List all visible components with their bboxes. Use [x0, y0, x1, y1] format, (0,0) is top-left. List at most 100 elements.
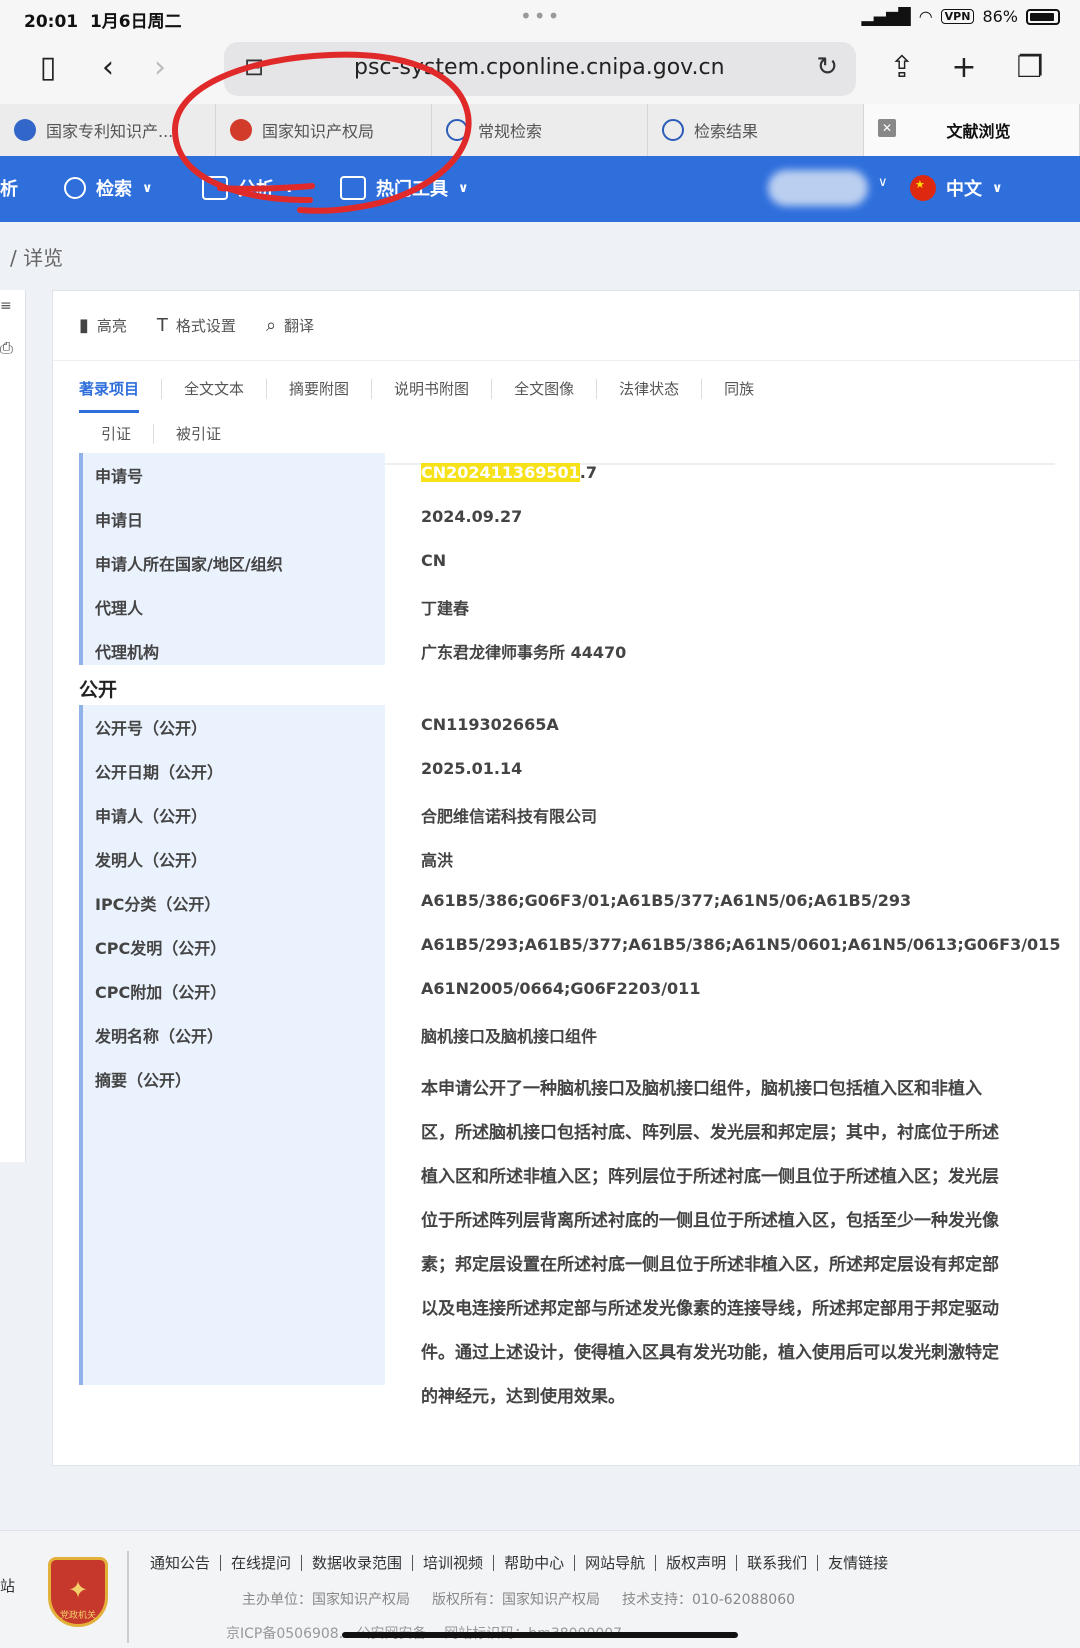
publication-section-title: 公开	[79, 679, 118, 701]
action-label: 格式设置	[175, 317, 236, 335]
document-tabs: 著录项目 全文文本 摘要附图 说明书附图 全文图像 法律状态 同族	[79, 379, 776, 413]
address-bar[interactable]: ⊟ psc-system.cponline.cnipa.gov.cn ↻	[224, 42, 856, 96]
back-icon[interactable]: ‹	[88, 50, 128, 85]
user-account-blurred[interactable]	[768, 170, 868, 206]
tab-cnipa[interactable]: 国家知识产权局	[216, 104, 432, 156]
footer-link-site-nav[interactable]: 网站导航	[575, 1555, 657, 1571]
tab-legal-status[interactable]: 法律状态	[597, 379, 703, 399]
field-value: A61B5/386;G06F3/01;A61B5/377;A61N5/06;A6…	[421, 891, 912, 910]
field-label: 申请人所在国家/地区/组织	[95, 555, 283, 574]
tab-label: 检索结果	[694, 122, 759, 141]
paw-icon	[14, 119, 36, 141]
highlighter-icon: ▮	[79, 315, 89, 336]
action-label: 高亮	[96, 317, 127, 335]
field-label: 申请人（公开）	[95, 807, 208, 826]
footer-cut-text: 站	[0, 1577, 16, 1595]
field-value: 合肥维信诺科技有限公司	[421, 807, 598, 826]
search-highlight: CN202411369501	[421, 463, 580, 482]
nav-label: 检索	[96, 179, 132, 200]
language-switch[interactable]: 中文 ∨	[910, 175, 1003, 201]
battery-icon	[1026, 8, 1060, 25]
nav-cut-item[interactable]: 析	[0, 175, 18, 201]
tab-label: 国家知识产权局	[262, 122, 375, 141]
footer-copyright: 版权所有：国家知识产权局	[432, 1592, 600, 1608]
field-value: 2025.01.14	[421, 759, 523, 778]
share-icon[interactable]: ⇪	[882, 50, 922, 85]
table-row: 申请号 CN202411369501.7	[79, 453, 1055, 497]
home-indicator[interactable]	[342, 1632, 738, 1638]
close-icon[interactable]: ✕	[878, 119, 896, 137]
reload-icon[interactable]: ↻	[816, 52, 838, 82]
document-panel: ▮ 高亮 T 格式设置 ⌕ 翻译 著录项目 全文文本 摘要附图 说明书附图 全文图像 …	[52, 290, 1080, 1466]
table-row: 代理机构 广东君龙律师事务所 44470	[79, 629, 1055, 673]
field-value: CN119302665A	[421, 715, 559, 734]
translate-button[interactable]: ⌕ 翻译	[266, 315, 314, 336]
gov-emblem-logo[interactable]: 党政机关 ✦	[48, 1557, 108, 1627]
tabs-overview-icon[interactable]: ❐	[1010, 50, 1050, 85]
tab-description-figures[interactable]: 说明书附图	[372, 379, 493, 399]
chevron-down-icon: ∨	[878, 175, 888, 190]
tab-family[interactable]: 同族	[702, 379, 776, 399]
sidebar-icon[interactable]: ▯	[28, 50, 68, 85]
breadcrumb: / 详览	[10, 246, 64, 270]
table-row: 申请日 2024.09.27	[79, 497, 1055, 541]
tab-full-text[interactable]: 全文文本	[162, 379, 268, 399]
nav-search[interactable]: 检索 ∨	[64, 175, 153, 201]
format-settings-button[interactable]: T 格式设置	[157, 315, 236, 336]
field-value: CN	[421, 551, 447, 570]
field-label: 申请日	[95, 511, 144, 530]
status-time: 20:01 1月6日周二	[24, 12, 182, 32]
footer-link-help[interactable]: 帮助中心	[494, 1555, 576, 1571]
browser-tab-bar: 国家专利知识产... 国家知识产权局 常规检索 检索结果 ✕ 文献浏览	[0, 104, 1080, 156]
site-nav: 析 检索 ∨ 分析 ∨ 热门工具 ∨ ∨ 中文 ∨	[0, 156, 1080, 222]
tab-cited-by[interactable]: 被引证	[154, 424, 243, 444]
forward-icon[interactable]: ›	[140, 50, 180, 85]
chevron-down-icon: ∨	[284, 180, 295, 196]
field-value: 丁建春	[421, 599, 470, 618]
footer-link-copyright[interactable]: 版权声明	[656, 1555, 738, 1571]
footer-link-data-scope[interactable]: 数据收录范围	[302, 1555, 414, 1571]
tab-abstract-figure[interactable]: 摘要附图	[267, 379, 373, 399]
language-label: 中文	[946, 179, 982, 200]
page-menu-icon[interactable]: ⊟	[244, 53, 264, 81]
tab-citations[interactable]: 引证	[79, 424, 155, 444]
application-info-table: 申请号 CN202411369501.7 申请日 2024.09.27 申请人所…	[79, 453, 1055, 673]
new-tab-icon[interactable]: +	[944, 50, 984, 85]
nav-label: 分析	[238, 179, 274, 200]
tab-patent-knowledge[interactable]: 国家专利知识产...	[0, 104, 216, 156]
table-row: 申请人所在国家/地区/组织 CN	[79, 541, 1055, 585]
left-tool-strip: ≡ ⎙	[0, 290, 26, 1162]
tab-document-browse[interactable]: ✕ 文献浏览	[864, 104, 1080, 156]
tab-full-image[interactable]: 全文图像	[492, 379, 598, 399]
tab-regular-search[interactable]: 常规检索	[432, 104, 648, 156]
chart-icon	[202, 176, 228, 200]
field-label: 发明人（公开）	[95, 851, 208, 870]
china-flag-icon	[910, 175, 936, 201]
nav-analysis[interactable]: 分析 ∨	[202, 175, 295, 201]
list-icon[interactable]: ≡	[0, 298, 12, 314]
field-value: 2024.09.27	[421, 507, 523, 526]
print-icon[interactable]: ⎙	[0, 338, 13, 358]
footer-links: 通知公告 在线提问 数据收录范围 培训视频 帮助中心 网站导航 版权声明 联系我…	[150, 1555, 898, 1571]
footer-link-training-video[interactable]: 培训视频	[413, 1555, 495, 1571]
nav-hot-tools[interactable]: 热门工具 ∨	[340, 175, 469, 201]
battery-percent: 86%	[982, 7, 1018, 26]
text-format-icon: T	[156, 315, 168, 336]
footer-link-notices[interactable]: 通知公告	[150, 1555, 222, 1571]
chevron-down-icon: ∨	[992, 180, 1003, 196]
field-label: 代理机构	[95, 643, 160, 662]
field-label: 公开日期（公开）	[95, 763, 224, 782]
tab-search-results[interactable]: 检索结果	[648, 104, 864, 156]
user-menu-chevron[interactable]: ∨	[878, 175, 888, 190]
field-label: 申请号	[95, 467, 144, 486]
multitask-dots[interactable]: •••	[520, 4, 561, 28]
footer-support: 技术支持：010-62088060	[622, 1592, 796, 1608]
table-row: IPC分类（公开） A61B5/386;G06F3/01;A61B5/377;A…	[79, 881, 1055, 925]
tab-bibliographic[interactable]: 著录项目	[79, 379, 163, 413]
footer-link-friends[interactable]: 友情链接	[818, 1555, 898, 1571]
footer-link-contact[interactable]: 联系我们	[737, 1555, 819, 1571]
footer-link-online-questions[interactable]: 在线提问	[221, 1555, 303, 1571]
application-number: CN202411369501.7	[421, 463, 597, 482]
field-value: 高洪	[421, 851, 454, 870]
highlight-button[interactable]: ▮ 高亮	[79, 315, 127, 336]
